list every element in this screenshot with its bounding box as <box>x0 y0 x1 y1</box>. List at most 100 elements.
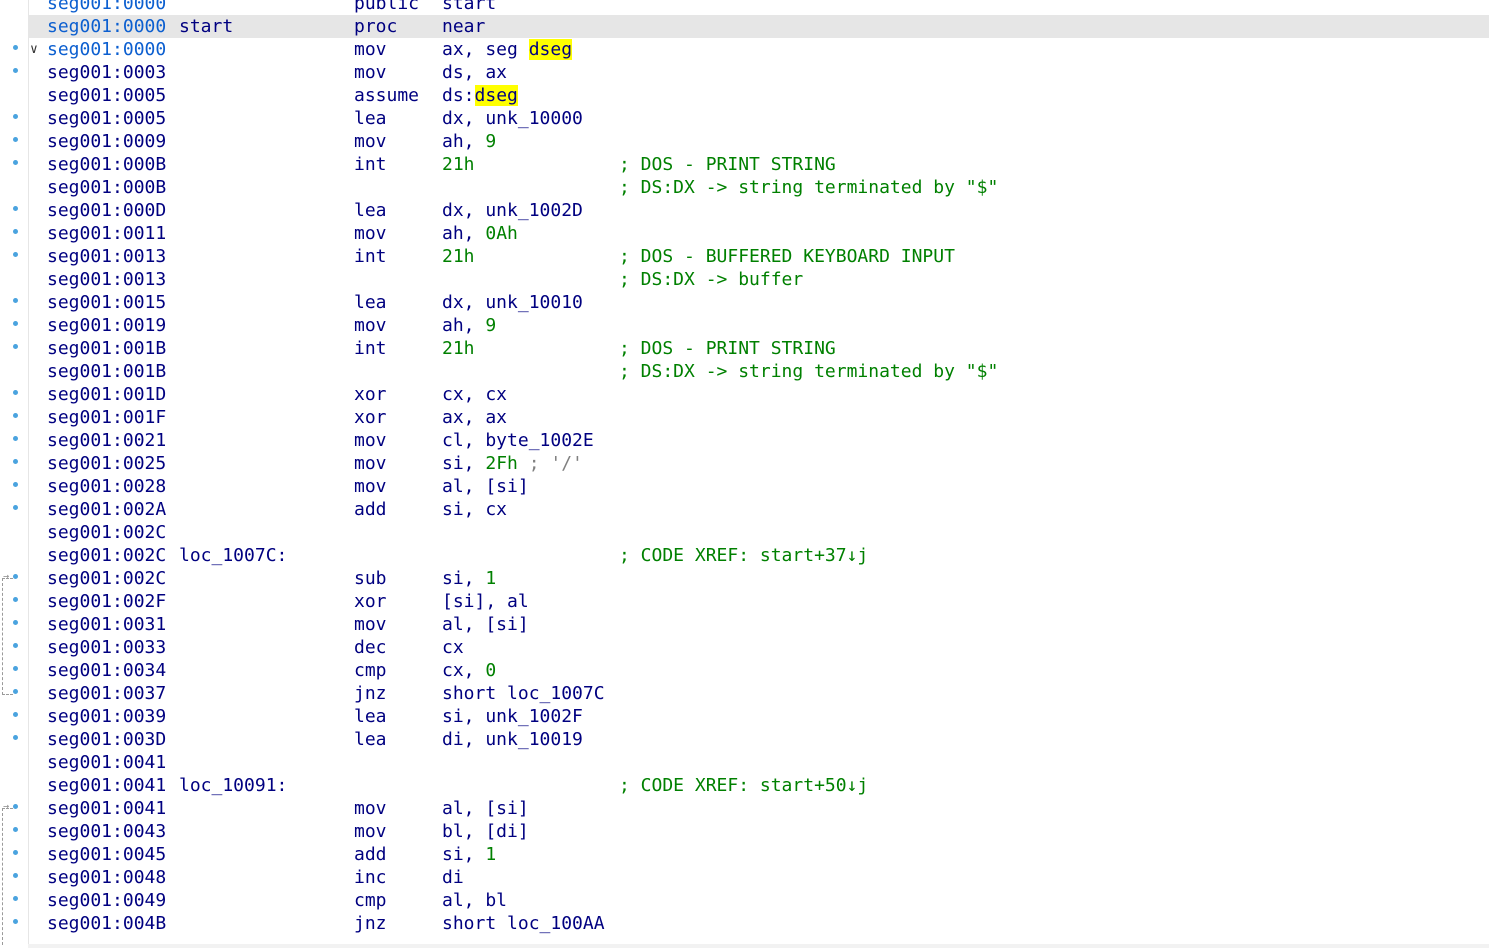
instruction-operands[interactable]: ah, 0Ah <box>442 222 518 245</box>
breakpoint-dot-icon[interactable] <box>13 459 18 464</box>
breakpoint-dot-icon[interactable] <box>13 804 18 809</box>
breakpoint-dot-icon[interactable] <box>13 482 18 487</box>
instruction-operands[interactable]: si, 1 <box>442 567 496 590</box>
instruction-operands[interactable]: al, [si] <box>442 613 529 636</box>
instruction-operands[interactable]: si, cx <box>442 498 507 521</box>
listing-line[interactable]: seg001:002A add si, cx <box>28 498 1489 521</box>
listing-line[interactable]: seg001:0039 lea si, unk_1002F <box>28 705 1489 728</box>
listing-line[interactable]: seg001:0013 ; DS:DX -> buffer <box>28 268 1489 291</box>
instruction-operands[interactable]: short loc_1007C <box>442 682 605 705</box>
listing-line[interactable]: seg001:0033 dec cx <box>28 636 1489 659</box>
instruction-operands[interactable]: start <box>442 0 496 15</box>
highlighted-symbol[interactable]: dseg <box>474 85 518 106</box>
listing-line[interactable]: seg001:0005 assume ds:dseg <box>28 84 1489 107</box>
instruction-operands[interactable]: cx <box>442 636 464 659</box>
instruction-operands[interactable]: 21h <box>442 245 475 268</box>
breakpoint-dot-icon[interactable] <box>13 344 18 349</box>
instruction-operands[interactable]: short loc_100AA <box>442 912 605 935</box>
breakpoint-dot-icon[interactable] <box>13 919 18 924</box>
instruction-operands[interactable]: al, bl <box>442 889 507 912</box>
breakpoint-dot-icon[interactable] <box>13 298 18 303</box>
breakpoint-dot-icon[interactable] <box>13 413 18 418</box>
listing-line[interactable]: seg001:0028 mov al, [si] <box>28 475 1489 498</box>
instruction-operands[interactable]: ds, ax <box>442 61 507 84</box>
listing-line[interactable]: seg001:0015 lea dx, unk_10010 <box>28 291 1489 314</box>
listing-line[interactable]: seg001:0003 mov ds, ax <box>28 61 1489 84</box>
breakpoint-dot-icon[interactable] <box>13 252 18 257</box>
breakpoint-dot-icon[interactable] <box>13 45 18 50</box>
breakpoint-dot-icon[interactable] <box>13 850 18 855</box>
listing-line[interactable]: seg001:0031 mov al, [si] <box>28 613 1489 636</box>
listing-line[interactable]: seg001:001F xor ax, ax <box>28 406 1489 429</box>
listing-line[interactable]: seg001:0045 add si, 1 <box>28 843 1489 866</box>
instruction-operands[interactable]: al, [si] <box>442 475 529 498</box>
instruction-operands[interactable]: si, unk_1002F <box>442 705 583 728</box>
instruction-operands[interactable]: bl, [di] <box>442 820 529 843</box>
listing-line[interactable]: seg001:0009 mov ah, 9 <box>28 130 1489 153</box>
instruction-operands[interactable]: si, 1 <box>442 843 496 866</box>
listing-line[interactable]: seg001:000B int 21h ; DOS - PRINT STRING <box>28 153 1489 176</box>
listing-line[interactable]: seg001:0034 cmp cx, 0 <box>28 659 1489 682</box>
listing-line[interactable]: seg001:002C <box>28 521 1489 544</box>
breakpoint-dot-icon[interactable] <box>13 574 18 579</box>
listing-line[interactable]: seg001:001B ; DS:DX -> string terminated … <box>28 360 1489 383</box>
listing-line[interactable]: seg001:0048 inc di <box>28 866 1489 889</box>
instruction-operands[interactable]: ax, seg dseg <box>442 38 573 61</box>
breakpoint-dot-icon[interactable] <box>13 643 18 648</box>
listing-line[interactable]: seg001:000D lea dx, unk_1002D <box>28 199 1489 222</box>
instruction-operands[interactable]: ah, 9 <box>442 130 496 153</box>
listing-line[interactable]: seg001:0043 mov bl, [di] <box>28 820 1489 843</box>
breakpoint-dot-icon[interactable] <box>13 436 18 441</box>
instruction-operands[interactable]: cx, 0 <box>442 659 496 682</box>
listing-line[interactable]: seg001:002C sub si, 1 <box>28 567 1489 590</box>
instruction-operands[interactable]: 21h <box>442 337 475 360</box>
listing-line[interactable]: seg001:0000 start proc near <box>28 15 1489 38</box>
breakpoint-dot-icon[interactable] <box>13 735 18 740</box>
listing-line[interactable]: ∨ seg001:0000 mov ax, seg dseg <box>28 38 1489 61</box>
breakpoint-dot-icon[interactable] <box>13 206 18 211</box>
instruction-operands[interactable]: [si], al <box>442 590 529 613</box>
breakpoint-dot-icon[interactable] <box>13 321 18 326</box>
listing-line[interactable]: seg001:0025 mov si, 2Fh ; '/' <box>28 452 1489 475</box>
listing-line[interactable]: seg001:0041 loc_10091: ; CODE XREF: start+… <box>28 774 1489 797</box>
breakpoint-dot-icon[interactable] <box>13 160 18 165</box>
listing-line[interactable]: seg001:0019 mov ah, 9 <box>28 314 1489 337</box>
instruction-operands[interactable]: 21h <box>442 153 475 176</box>
instruction-operands[interactable]: ax, ax <box>442 406 507 429</box>
listing-line[interactable]: seg001:0049 cmp al, bl <box>28 889 1489 912</box>
listing-line[interactable]: seg001:0005 lea dx, unk_10000 <box>28 107 1489 130</box>
listing-line[interactable]: seg001:002C loc_1007C: ; CODE XREF: start+… <box>28 544 1489 567</box>
listing-line[interactable]: seg001:0041 mov al, [si] <box>28 797 1489 820</box>
instruction-operands[interactable]: dx, unk_10010 <box>442 291 583 314</box>
instruction-operands[interactable]: cx, cx <box>442 383 507 406</box>
listing-line[interactable]: seg001:002F xor [si], al <box>28 590 1489 613</box>
listing-line[interactable]: seg001:003D lea di, unk_10019 <box>28 728 1489 751</box>
instruction-operands[interactable]: dx, unk_1002D <box>442 199 583 222</box>
breakpoint-dot-icon[interactable] <box>13 620 18 625</box>
listing-line[interactable]: seg001:004B jnz short loc_100AA <box>28 912 1489 935</box>
listing-line[interactable]: seg001:0000 public start <box>28 0 1489 15</box>
instruction-operands[interactable]: si, 2Fh ; '/' <box>442 452 583 475</box>
breakpoint-dot-icon[interactable] <box>13 712 18 717</box>
listing-line[interactable]: seg001:001B int 21h ; DOS - PRINT STRING <box>28 337 1489 360</box>
breakpoint-dot-icon[interactable] <box>13 505 18 510</box>
breakpoint-dot-icon[interactable] <box>13 229 18 234</box>
code-label[interactable]: loc_1007C: <box>179 544 287 567</box>
chevron-down-icon[interactable]: ∨ <box>30 38 38 61</box>
instruction-operands[interactable]: di, unk_10019 <box>442 728 583 751</box>
instruction-operands[interactable]: ds:dseg <box>442 84 518 107</box>
breakpoint-dot-icon[interactable] <box>13 827 18 832</box>
breakpoint-dot-icon[interactable] <box>13 137 18 142</box>
horizontal-scrollbar[interactable] <box>28 944 1489 948</box>
breakpoint-dot-icon[interactable] <box>13 666 18 671</box>
breakpoint-dot-icon[interactable] <box>13 873 18 878</box>
listing-line[interactable]: seg001:0041 <box>28 751 1489 774</box>
listing-line[interactable]: seg001:0037 jnz short loc_1007C <box>28 682 1489 705</box>
listing-line[interactable]: seg001:0021 mov cl, byte_1002E <box>28 429 1489 452</box>
listing-line[interactable]: seg001:0011 mov ah, 0Ah <box>28 222 1489 245</box>
breakpoint-dot-icon[interactable] <box>13 597 18 602</box>
listing-line[interactable]: seg001:0013 int 21h ; DOS - BUFFERED KEYBOA… <box>28 245 1489 268</box>
instruction-operands[interactable]: al, [si] <box>442 797 529 820</box>
breakpoint-dot-icon[interactable] <box>13 689 18 694</box>
breakpoint-dot-icon[interactable] <box>13 896 18 901</box>
